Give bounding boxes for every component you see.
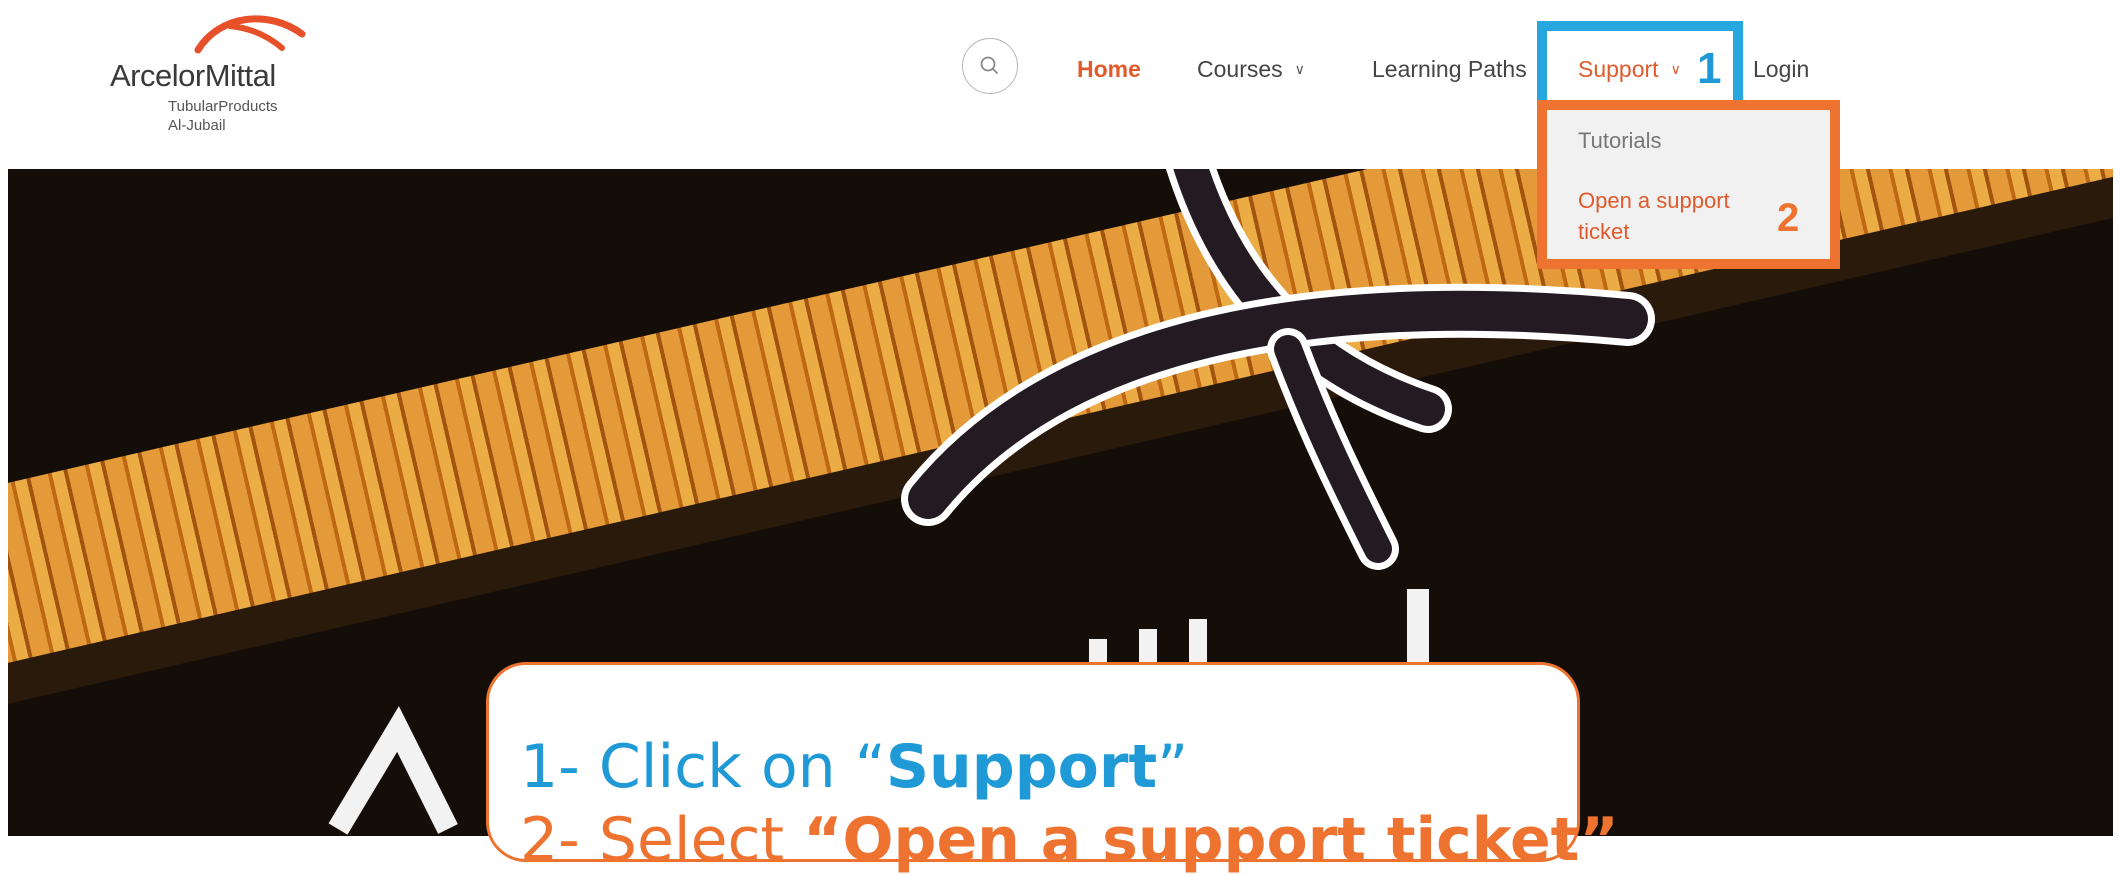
step-2-prefix: 2- Select [520,805,804,875]
nav-courses[interactable]: Courses ∨ [1197,56,1305,83]
logo-arc-icon [194,15,306,54]
step-1-prefix: 1- Click on [520,732,855,802]
step-1-close-quote: ” [1157,732,1189,802]
instruction-step-2: 2- Select “Open a support ticket” [520,805,1619,875]
arcelormittal-logo[interactable]: ArcelorMittal TubularProducts Al-Jubail [110,6,330,134]
menu-item-open-support-ticket[interactable]: Open a support ticket [1578,185,1758,247]
instruction-step-1: 1- Click on “Support” [520,732,1188,802]
chevron-down-icon: ∨ [1294,61,1305,77]
nav-login[interactable]: Login [1753,56,1809,83]
step-1-keyword: Support [885,732,1158,802]
logo-wordmark: ArcelorMittal [110,58,276,93]
logo-location: Al-Jubail [168,117,226,134]
menu-item-tutorials[interactable]: Tutorials [1578,128,1662,154]
step-2-keyword: “Open a support ticket” [803,805,1619,875]
nav-courses-label: Courses [1197,56,1283,82]
search-icon [980,56,998,74]
nav-learning-paths[interactable]: Learning Paths [1372,56,1527,83]
step-1-marker: 1 [1697,44,1722,93]
nav-home[interactable]: Home [1077,56,1141,83]
step-1-open-quote: “ [854,732,886,802]
step-2-marker: 2 [1777,196,1800,240]
search-button[interactable] [962,38,1018,94]
logo-subtitle: TubularProducts [168,98,278,115]
